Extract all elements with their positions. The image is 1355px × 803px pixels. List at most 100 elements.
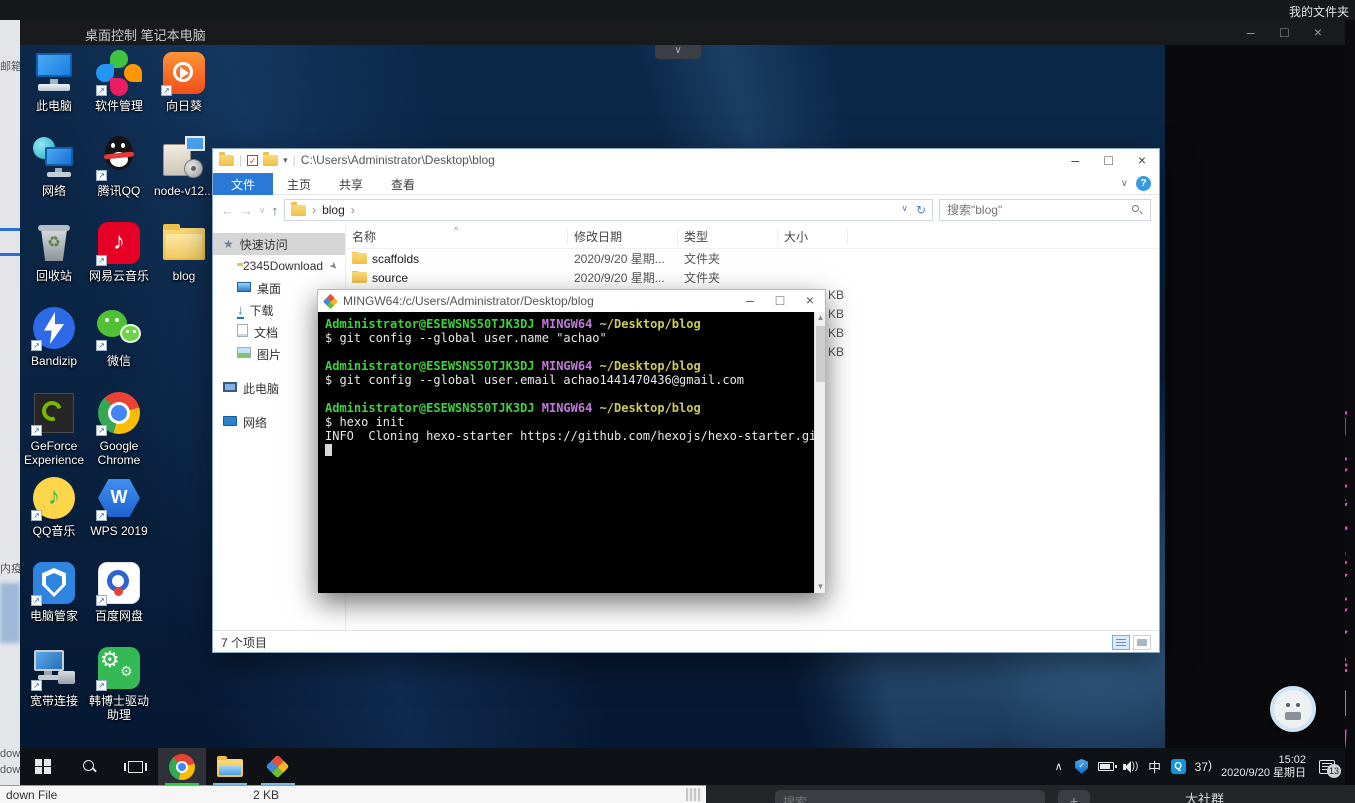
desktop-icon-sunflower[interactable]: ↗向日葵	[152, 50, 216, 113]
shortcut-arrow-icon: ↗	[31, 595, 42, 606]
toolbar-collapse-tab[interactable]: ∨	[655, 45, 701, 59]
minimize-button[interactable]: –	[1236, 20, 1266, 45]
network-signal-icon[interactable]: 37)	[1195, 760, 1212, 774]
shortcut-arrow-icon: ↗	[31, 680, 42, 691]
scroll-down-icon[interactable]: ▼	[815, 581, 826, 593]
remote-assist-floating-ball[interactable]	[1270, 686, 1316, 732]
host-left-divider	[0, 228, 20, 231]
desktop-icon-pc-manager[interactable]: ↗电脑管家	[22, 560, 86, 623]
column-header-大小[interactable]: 大小	[778, 229, 848, 245]
git-bash-terminal-window[interactable]: MINGW64:/c/Users/Administrator/Desktop/b…	[317, 289, 826, 593]
host-add-button[interactable]: +	[1058, 790, 1090, 803]
desktop-icon-folder[interactable]: blog	[152, 220, 216, 283]
desktop-icon-label: GeForce Experience	[22, 439, 86, 467]
desktop-icon-baidu-pan[interactable]: ↗百度网盘	[87, 560, 151, 623]
shortcut-arrow-icon: ↗	[96, 425, 107, 436]
tray-expand-icon[interactable]: ∧	[1052, 760, 1066, 773]
qat-dropdown-icon[interactable]: ▾	[283, 155, 288, 166]
sidebar-item-快速访问[interactable]: ★快速访问	[213, 233, 345, 255]
checkbox-toolbar-icon[interactable]: ✓	[247, 155, 258, 166]
desktop-icon-this-pc[interactable]: 此电脑	[22, 50, 86, 113]
pc-manager-tray-icon[interactable]: ✓	[1075, 759, 1089, 774]
column-header-类型[interactable]: 类型	[678, 229, 778, 245]
ribbon-tab-共享[interactable]: 共享	[325, 173, 377, 196]
desktop-icon-wps[interactable]: W↗WPS 2019	[87, 475, 151, 538]
column-header-修改日期[interactable]: 修改日期	[568, 229, 678, 245]
minimize-button[interactable]: –	[735, 290, 765, 312]
notification-center-button[interactable]: 13	[1319, 760, 1335, 774]
desktop-icon-bandizip[interactable]: ↗Bandizip	[22, 305, 86, 368]
explorer-search-box[interactable]	[939, 199, 1151, 221]
desktop-icon-geforce[interactable]: ↗GeForce Experience	[22, 390, 86, 467]
host-search-input[interactable]	[775, 790, 1045, 803]
close-button[interactable]: ×	[1303, 20, 1333, 45]
back-button[interactable]: ←	[221, 203, 234, 218]
desktop-icon-netease-music[interactable]: ♪↗网易云音乐	[87, 220, 151, 283]
ribbon-tab-查看[interactable]: 查看	[377, 173, 429, 196]
thumbnail-view-button[interactable]	[1133, 635, 1151, 650]
address-dropdown-icon[interactable]: ∨	[901, 203, 908, 217]
ribbon-expand-icon[interactable]: ∨	[1121, 178, 1128, 189]
scroll-up-icon[interactable]: ▲	[815, 312, 826, 324]
terminal-titlebar[interactable]: MINGW64:/c/Users/Administrator/Desktop/b…	[318, 290, 825, 312]
host-bottom-strip: down File 2 KB + 大社群	[0, 785, 1355, 803]
up-button[interactable]: ↑	[272, 203, 279, 218]
desktop-icon-label: blog	[152, 269, 216, 283]
ime-indicator[interactable]: 中	[1148, 757, 1162, 776]
desktop-icon-label: 网络	[22, 184, 86, 198]
pc-icon	[223, 381, 237, 395]
desktop-icon-wechat[interactable]: ↗微信	[87, 305, 151, 368]
task-view-button[interactable]	[112, 748, 158, 785]
remote-window-titlebar[interactable]: 桌面控制 笔记本电脑 – □ ×	[20, 20, 1345, 45]
explorer-ribbon-tabs: 文件主页共享查看 ∨ ?	[213, 173, 1159, 195]
ribbon-tab-文件[interactable]: 文件	[213, 173, 273, 196]
desktop-icon-broadband[interactable]: ↗宽带连接	[22, 645, 86, 708]
desktop-icon-software-manager[interactable]: ↗软件管理	[87, 50, 151, 113]
terminal-scrollbar[interactable]: ▲ ▼	[814, 312, 825, 593]
close-button[interactable]: ×	[795, 290, 825, 312]
close-button[interactable]: ×	[1127, 149, 1157, 173]
download-icon: ↓	[237, 303, 244, 317]
breadcrumb-folder[interactable]: blog	[322, 203, 345, 217]
desktop-icon-node-installer[interactable]: node-v12...	[152, 135, 216, 198]
desktop-icon-chrome[interactable]: ↗Google Chrome	[87, 390, 151, 467]
desktop-icon-network[interactable]: 网络	[22, 135, 86, 198]
desktop-icon-qq-music[interactable]: ♪↗QQ音乐	[22, 475, 86, 538]
list-view-button[interactable]	[1112, 635, 1130, 650]
history-dropdown-icon[interactable]: ∨	[259, 205, 266, 216]
taskbar-clock[interactable]: 15:02 2020/9/20 星期日	[1221, 754, 1306, 780]
robot-eye	[1296, 703, 1300, 707]
desktop-icon-qq[interactable]: ↗腾讯QQ	[87, 135, 151, 198]
volume-icon[interactable]: ))	[1123, 761, 1139, 773]
search-input[interactable]	[947, 203, 1131, 217]
shortcut-arrow-icon: ↗	[96, 170, 107, 181]
qq-tray-icon[interactable]: Q	[1171, 759, 1186, 774]
explorer-titlebar[interactable]: | ✓ ▾ | C:\Users\Administrator\Desktop\b…	[213, 149, 1159, 173]
address-breadcrumb[interactable]: › blog › ∨ ↻	[284, 199, 933, 221]
desktop-icon-label: 网易云音乐	[87, 269, 151, 283]
minimize-button[interactable]: –	[1060, 149, 1090, 173]
taskbar-chrome-button[interactable]	[158, 748, 206, 785]
ribbon-tab-主页[interactable]: 主页	[273, 173, 325, 196]
scroll-thumb[interactable]	[816, 326, 825, 382]
column-header-row[interactable]: ^ 名称修改日期类型大小	[346, 225, 1159, 249]
refresh-icon[interactable]: ↻	[916, 203, 926, 217]
start-button[interactable]	[20, 748, 66, 785]
desktop-icon-driver-assistant[interactable]: ⚙⚙↗韩博士驱动助理	[87, 645, 151, 722]
battery-icon[interactable]	[1098, 762, 1114, 771]
host-scrollbar-grip[interactable]	[686, 788, 702, 801]
file-row[interactable]: scaffolds2020/9/20 星期...文件夹	[346, 249, 1159, 268]
forward-button[interactable]: →	[240, 203, 253, 218]
pictures-icon	[237, 347, 251, 361]
maximize-button[interactable]: □	[1094, 149, 1124, 173]
taskbar-search-button[interactable]	[66, 748, 112, 785]
taskbar-explorer-button[interactable]	[206, 748, 254, 785]
sidebar-item-2345Download[interactable]: 2345Download➤	[213, 255, 345, 277]
taskbar-git-button[interactable]	[254, 748, 302, 785]
file-row[interactable]: source2020/9/20 星期...文件夹	[346, 268, 1159, 287]
help-icon[interactable]: ?	[1136, 176, 1151, 191]
pin-icon: ➤	[326, 259, 340, 273]
maximize-button[interactable]: □	[1269, 20, 1299, 45]
maximize-button[interactable]: □	[765, 290, 795, 312]
desktop-icon-recycle-bin[interactable]: ♻回收站	[22, 220, 86, 283]
